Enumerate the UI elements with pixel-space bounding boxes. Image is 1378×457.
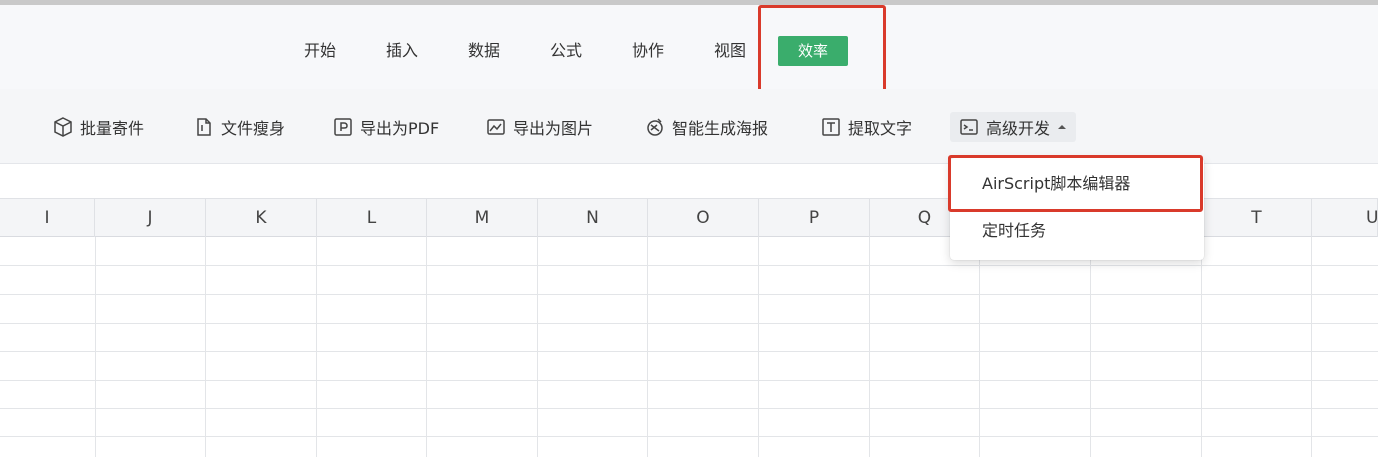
smart-poster-button[interactable]: 智能生成海报 bbox=[644, 112, 768, 142]
grid-line bbox=[1311, 237, 1312, 457]
airscript-editor-item[interactable]: AirScript脚本编辑器 bbox=[950, 162, 1204, 206]
grid-line bbox=[0, 380, 1378, 381]
grid-line bbox=[647, 237, 648, 457]
tab-insert[interactable]: 插入 bbox=[382, 36, 422, 66]
grid-line bbox=[0, 294, 1378, 295]
batch-mail-button[interactable]: 批量寄件 bbox=[52, 112, 144, 142]
grid-line bbox=[205, 237, 206, 457]
column-header[interactable]: P bbox=[759, 199, 870, 237]
grid-line bbox=[0, 408, 1378, 409]
column-header[interactable]: U bbox=[1312, 199, 1378, 237]
toolbar-item-label: 提取文字 bbox=[848, 119, 913, 138]
toolbar-item-label: 文件瘦身 bbox=[221, 119, 286, 138]
ribbon-menu-bar: 开始 插入 数据 公式 协作 视图 效率 bbox=[0, 5, 1378, 89]
column-header[interactable]: N bbox=[538, 199, 648, 237]
toolbar-item-label: 导出为图片 bbox=[513, 119, 594, 138]
grid-line bbox=[979, 237, 980, 457]
tab-data[interactable]: 数据 bbox=[464, 36, 504, 66]
column-header[interactable]: J bbox=[95, 199, 206, 237]
package-icon bbox=[52, 116, 74, 138]
advanced-dev-button[interactable]: 高级开发 bbox=[950, 112, 1077, 142]
grid-line bbox=[1090, 237, 1091, 457]
tab-collaborate[interactable]: 协作 bbox=[628, 36, 668, 66]
poster-icon bbox=[644, 116, 666, 138]
scheduled-task-item[interactable]: 定时任务 bbox=[950, 209, 1204, 253]
grid-line bbox=[0, 436, 1378, 437]
grid-line bbox=[0, 351, 1378, 352]
grid-line bbox=[0, 323, 1378, 324]
column-header[interactable]: O bbox=[648, 199, 759, 237]
column-header[interactable]: M bbox=[427, 199, 538, 237]
grid-line bbox=[1201, 237, 1202, 457]
tab-start[interactable]: 开始 bbox=[300, 36, 340, 66]
tab-formula[interactable]: 公式 bbox=[546, 36, 586, 66]
grid-line bbox=[869, 237, 870, 457]
column-header[interactable]: L bbox=[317, 199, 427, 237]
grid-line bbox=[316, 237, 317, 457]
column-header[interactable]: T bbox=[1202, 199, 1312, 237]
terminal-icon bbox=[958, 116, 980, 138]
export-pdf-button[interactable]: 导出为PDF bbox=[332, 112, 439, 142]
pdf-export-icon bbox=[332, 116, 354, 138]
toolbar-item-label: 批量寄件 bbox=[80, 119, 145, 138]
efficiency-toolbar: 批量寄件 文件瘦身 导出为PDF 导出为图片 智能生成海报 提取文字 高级开发 bbox=[0, 89, 1378, 164]
export-image-button[interactable]: 导出为图片 bbox=[485, 112, 593, 142]
grid-line bbox=[0, 265, 1378, 266]
text-extract-icon bbox=[820, 116, 842, 138]
tab-view[interactable]: 视图 bbox=[710, 36, 750, 66]
toolbar-item-label: 智能生成海报 bbox=[672, 119, 769, 138]
grid-line bbox=[95, 237, 96, 457]
grid-line bbox=[537, 237, 538, 457]
toolbar-item-label: 高级开发 bbox=[986, 119, 1051, 138]
image-export-icon bbox=[485, 116, 507, 138]
file-slim-button[interactable]: 文件瘦身 bbox=[193, 112, 285, 142]
extract-text-button[interactable]: 提取文字 bbox=[820, 112, 912, 142]
toolbar-item-label: 导出为PDF bbox=[360, 119, 440, 138]
grid-line bbox=[758, 237, 759, 457]
spreadsheet-grid[interactable] bbox=[0, 237, 1378, 457]
tab-efficiency[interactable]: 效率 bbox=[778, 36, 848, 66]
advanced-dev-dropdown: AirScript脚本编辑器 定时任务 bbox=[950, 158, 1204, 260]
column-header[interactable]: I bbox=[0, 199, 95, 237]
column-header[interactable]: K bbox=[206, 199, 317, 237]
caret-up-icon bbox=[1058, 125, 1067, 129]
file-compress-icon bbox=[193, 116, 215, 138]
grid-line bbox=[426, 237, 427, 457]
